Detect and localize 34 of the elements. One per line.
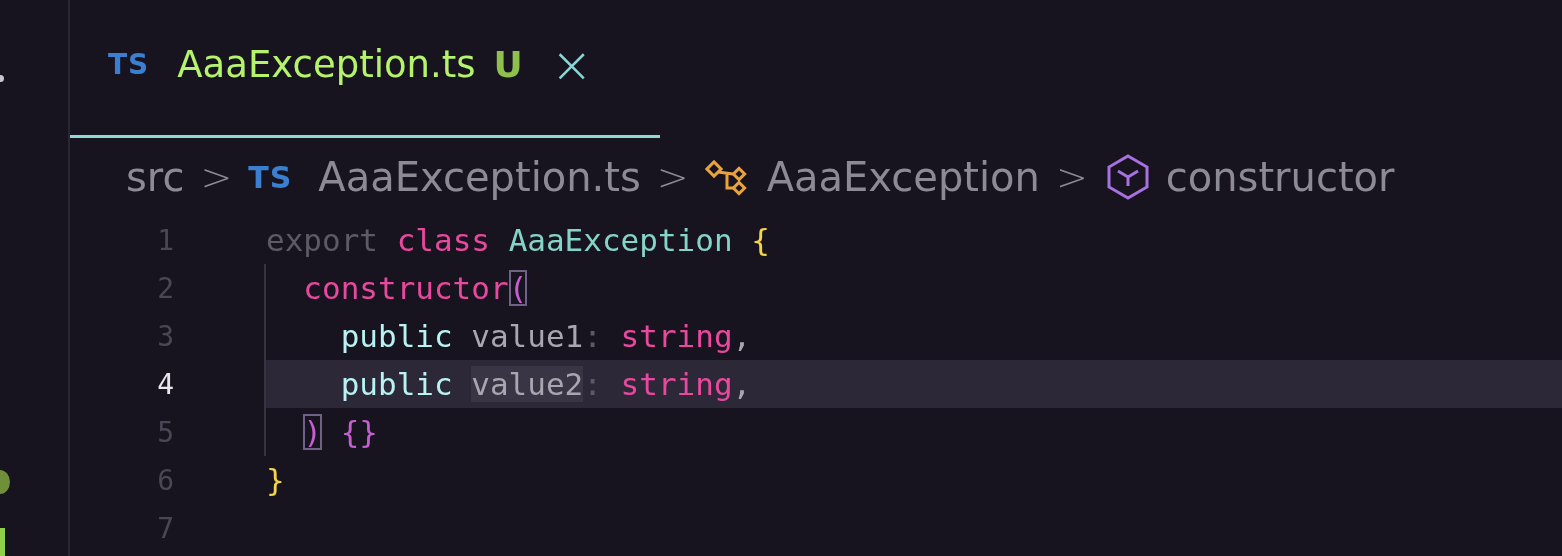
code-token: public	[340, 318, 453, 354]
code-token: {	[750, 222, 770, 258]
breadcrumb-item[interactable]: constructor	[1165, 154, 1395, 200]
code-token: value1	[470, 318, 584, 354]
code-token: public	[340, 366, 454, 402]
change-bar	[0, 528, 5, 556]
chevron-icon: >	[1055, 155, 1088, 199]
chevron-icon: >	[656, 155, 689, 199]
tab-label: AaaException.ts	[177, 43, 476, 86]
editor-tab[interactable]: TS AaaException.ts U ×	[70, 0, 660, 138]
code-token: :	[583, 318, 602, 354]
line-number: 4	[156, 367, 174, 401]
typescript-icon: TS	[248, 159, 293, 195]
highlighted-word: value2	[471, 366, 584, 402]
bracket-match: (	[508, 270, 528, 306]
code-token: string	[619, 318, 733, 354]
code-token: ,	[732, 318, 752, 354]
code-token: {}	[339, 414, 378, 450]
code-token: :	[583, 366, 602, 402]
close-button[interactable]: ×	[550, 39, 593, 90]
bracket-match: )	[303, 414, 322, 450]
code-token: AaaException	[507, 222, 733, 258]
breadcrumb-item[interactable]: AaaException	[766, 154, 1040, 200]
untracked-status: U	[493, 44, 523, 85]
breadcrumb-item[interactable]: src	[126, 154, 185, 200]
code-token: constructor	[303, 270, 509, 306]
code-token: class	[395, 222, 490, 258]
code-token: string	[619, 366, 733, 402]
code-token: }	[266, 462, 285, 498]
typescript-icon: TS	[108, 48, 150, 81]
code-token: ,	[732, 366, 752, 402]
chevron-icon: >	[200, 155, 233, 199]
breadcrumb-item[interactable]: AaaException.ts	[318, 154, 641, 200]
code-token: export	[266, 222, 378, 258]
